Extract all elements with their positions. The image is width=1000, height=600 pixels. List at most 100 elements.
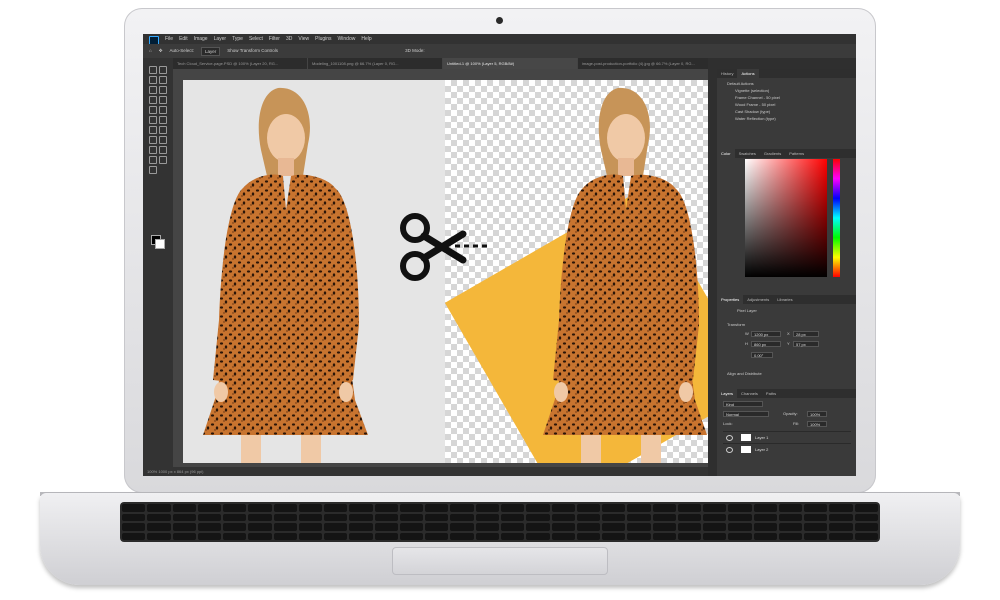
- shape-tool-icon[interactable]: [149, 156, 157, 164]
- history-brush-icon[interactable]: [149, 116, 157, 124]
- menu-item-window[interactable]: Window: [338, 34, 356, 44]
- keyboard-key: [652, 504, 676, 512]
- keyboard-key: [147, 513, 171, 521]
- menu-item-layer[interactable]: Layer: [214, 34, 227, 44]
- keyboard-key: [804, 504, 828, 512]
- action-item[interactable]: Default Actions: [727, 81, 754, 87]
- doc-tab[interactable]: Tech Cloud_Service-page.PSD @ 100% (Laye…: [173, 58, 308, 69]
- menu-item-3d[interactable]: 3D: [286, 34, 292, 44]
- magic-wand-icon[interactable]: [159, 76, 167, 84]
- tab-libraries[interactable]: Libraries: [773, 295, 796, 304]
- tab-properties[interactable]: Properties: [717, 295, 744, 304]
- menu-item-filter[interactable]: Filter: [269, 34, 280, 44]
- action-item[interactable]: Frame Channel - 50 pixel: [735, 95, 780, 101]
- keyboard-key: [576, 513, 601, 521]
- path-selection-icon[interactable]: [159, 146, 167, 154]
- clone-stamp-icon[interactable]: [159, 106, 167, 114]
- tab-actions[interactable]: Actions: [737, 69, 759, 78]
- angle-field[interactable]: 0.00°: [751, 352, 773, 358]
- height-field[interactable]: 860 px: [751, 341, 781, 347]
- keyboard-key: [425, 523, 449, 531]
- lasso-tool-icon[interactable]: [149, 76, 157, 84]
- layer-type-label: Pixel Layer: [737, 308, 757, 313]
- x-label: X: [787, 331, 790, 336]
- doc-tab-active[interactable]: Untitled-1 @ 100% (Layer 5, RGB/8#): [443, 58, 578, 69]
- transform-controls-checkbox[interactable]: Show Transform Controls: [227, 44, 278, 58]
- auto-select-label[interactable]: Auto-Select:: [170, 44, 195, 58]
- hand-tool-icon[interactable]: [159, 156, 167, 164]
- fill-field[interactable]: 100%: [807, 421, 827, 427]
- marquee-tool-icon[interactable]: [159, 66, 167, 74]
- hue-slider[interactable]: [833, 159, 840, 277]
- crop-tool-icon[interactable]: [149, 86, 157, 94]
- tab-channels[interactable]: Channels: [737, 389, 762, 398]
- layer-row[interactable]: Layer 2: [723, 443, 851, 455]
- zoom-tool-icon[interactable]: [149, 166, 157, 174]
- frame-tool-icon[interactable]: [159, 86, 167, 94]
- align-section-header[interactable]: Align and Distribute: [727, 371, 762, 377]
- action-item[interactable]: Vignette (selection): [735, 88, 769, 94]
- menu-item-file[interactable]: File: [165, 34, 173, 44]
- home-icon[interactable]: ⌂: [149, 44, 152, 58]
- tab-paths[interactable]: Paths: [762, 389, 780, 398]
- keyboard-key: [450, 523, 474, 531]
- keyboard-key: [652, 532, 676, 540]
- action-item[interactable]: Wood Frame - 50 pixel: [735, 102, 775, 108]
- width-field[interactable]: 1200 px: [751, 331, 781, 337]
- action-item[interactable]: Cast Shadow (type): [735, 109, 770, 115]
- eraser-icon[interactable]: [159, 116, 167, 124]
- visibility-eye-icon[interactable]: [726, 435, 733, 441]
- tab-gradients[interactable]: Gradients: [760, 149, 785, 158]
- tab-swatches[interactable]: Swatches: [735, 149, 760, 158]
- keyboard-key: [324, 523, 348, 531]
- tab-history[interactable]: History: [717, 69, 737, 78]
- action-item[interactable]: Water Reflection (type): [735, 116, 776, 122]
- brush-tool-icon[interactable]: [149, 106, 157, 114]
- menu-item-plugins[interactable]: Plugins: [315, 34, 331, 44]
- tab-color[interactable]: Color: [717, 149, 735, 158]
- keyboard-key: [551, 532, 575, 540]
- y-field[interactable]: 57 px: [793, 341, 819, 347]
- menu-item-type[interactable]: Type: [232, 34, 243, 44]
- move-tool-icon[interactable]: ✥: [159, 44, 163, 58]
- layer-row[interactable]: Layer 1: [723, 431, 851, 443]
- keyboard-key: [273, 513, 297, 521]
- keyboard-key: [298, 532, 323, 540]
- menu-item-edit[interactable]: Edit: [179, 34, 188, 44]
- menu-item-image[interactable]: Image: [194, 34, 208, 44]
- background-color-swatch[interactable]: [155, 239, 165, 249]
- x-field[interactable]: 28 px: [793, 331, 819, 337]
- fill-label: Fill:: [793, 421, 800, 426]
- gradient-tool-icon[interactable]: [149, 126, 157, 134]
- pen-tool-icon[interactable]: [159, 136, 167, 144]
- keyboard-key: [399, 523, 424, 531]
- keyboard-key: [172, 532, 196, 540]
- menu-item-select[interactable]: Select: [249, 34, 263, 44]
- tab-layers[interactable]: Layers: [717, 389, 738, 398]
- doc-tab[interactable]: Modeling_1001108.png @ 66.7% (Layer 0, R…: [308, 58, 443, 69]
- move-tool-icon[interactable]: [149, 66, 157, 74]
- eyedropper-icon[interactable]: [149, 96, 157, 104]
- doc-tab[interactable]: image-post-production-portfolio (4).jpg …: [578, 58, 713, 69]
- opacity-field[interactable]: 100%: [807, 411, 827, 417]
- tab-patterns[interactable]: Patterns: [785, 149, 808, 158]
- blur-tool-icon[interactable]: [159, 126, 167, 134]
- keyboard-key: [248, 504, 272, 512]
- dodge-tool-icon[interactable]: [149, 136, 157, 144]
- menu-item-help[interactable]: Help: [361, 34, 371, 44]
- menu-item-view[interactable]: View: [298, 34, 309, 44]
- transform-section-header[interactable]: Transform: [727, 322, 745, 328]
- blend-mode-dropdown[interactable]: Normal: [723, 411, 769, 417]
- healing-brush-icon[interactable]: [159, 96, 167, 104]
- visibility-eye-icon[interactable]: [726, 447, 733, 453]
- color-picker-field[interactable]: [745, 159, 827, 277]
- keyboard-key: [450, 504, 474, 512]
- webcam: [496, 17, 503, 24]
- tab-adjustments[interactable]: Adjustments: [743, 295, 773, 304]
- layer-thumbnail: [741, 446, 751, 453]
- layer-filter-dropdown[interactable]: Kind: [723, 401, 763, 407]
- auto-select-dropdown[interactable]: Layer: [201, 46, 221, 56]
- keyboard-key: [425, 513, 449, 521]
- keyboard-key: [273, 504, 297, 512]
- type-tool-icon[interactable]: [149, 146, 157, 154]
